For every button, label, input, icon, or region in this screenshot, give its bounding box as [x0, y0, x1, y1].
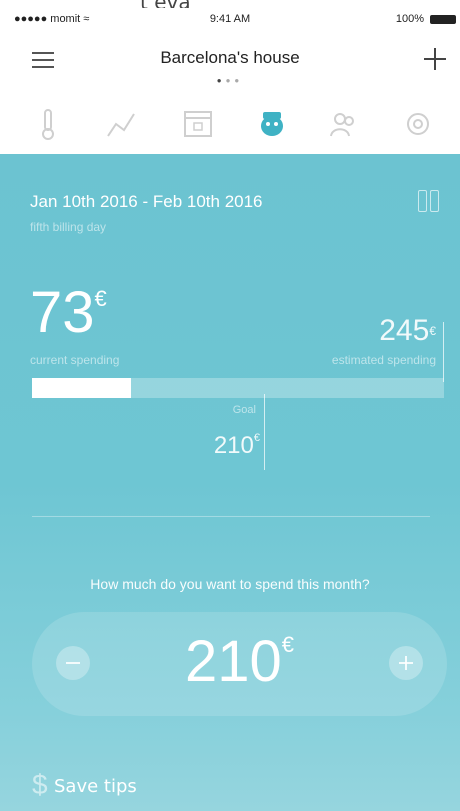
gear-icon [407, 113, 429, 135]
billing-range: Jan 10th 2016 - Feb 10th 2016 [30, 192, 263, 211]
status-time: 9:41 AM [209, 13, 251, 25]
add-icon[interactable] [424, 48, 446, 70]
estimated-spending-value: 245€ [379, 314, 436, 347]
tab-settings[interactable] [398, 106, 438, 142]
chart-icon [107, 113, 135, 137]
goal-label: Goal [232, 404, 256, 416]
calendar-icon [184, 111, 212, 137]
billing-subtitle: fifth billing day [30, 220, 107, 234]
spending-progress-fill [32, 378, 131, 398]
tab-thermostat[interactable] [28, 106, 68, 142]
page-indicator: ●●● [0, 76, 460, 85]
spending-progress-bar [32, 378, 444, 398]
nav-bar: Barcelona's house ●●● [0, 34, 460, 85]
battery-icon [430, 15, 456, 24]
dollar-icon: $ [32, 769, 48, 800]
pause-icon[interactable] [418, 190, 440, 212]
page-dot-active: ● [216, 76, 226, 85]
battery-percent: 100% [395, 13, 424, 25]
budget-question: How much do you want to spend this month… [90, 576, 370, 592]
budget-stepper: 210€ [32, 612, 447, 716]
phone-screen: ●●●●● momit ≈ 9:41 AM 100% Barcelona's h… [0, 8, 460, 811]
estimated-marker [443, 322, 444, 382]
tab-statistics[interactable] [102, 106, 142, 142]
save-tips-link[interactable]: Save tips [54, 776, 137, 797]
budget-value: 210€ [184, 629, 295, 694]
page-dot: ● [234, 76, 244, 85]
tab-bar [0, 98, 460, 150]
current-spending-label: current spending [30, 353, 120, 367]
status-bar: ●●●●● momit ≈ 9:41 AM 100% [0, 8, 460, 34]
goal-marker [264, 394, 265, 470]
piggy-bank-icon [261, 112, 283, 136]
tab-users[interactable] [324, 106, 364, 142]
users-icon [330, 113, 354, 137]
increase-button[interactable] [389, 646, 423, 680]
tab-savings[interactable] [252, 106, 292, 142]
tab-calendar[interactable] [178, 106, 218, 142]
estimated-spending-label: estimated spending [331, 353, 436, 367]
current-spending-value: 73€ [30, 280, 107, 345]
thermometer-icon [42, 109, 54, 140]
goal-value: 210€ [213, 432, 260, 459]
divider [32, 516, 430, 517]
savings-panel: Jan 10th 2016 - Feb 10th 2016 fifth bill… [0, 154, 460, 811]
page-title: Barcelona's house [160, 48, 300, 67]
